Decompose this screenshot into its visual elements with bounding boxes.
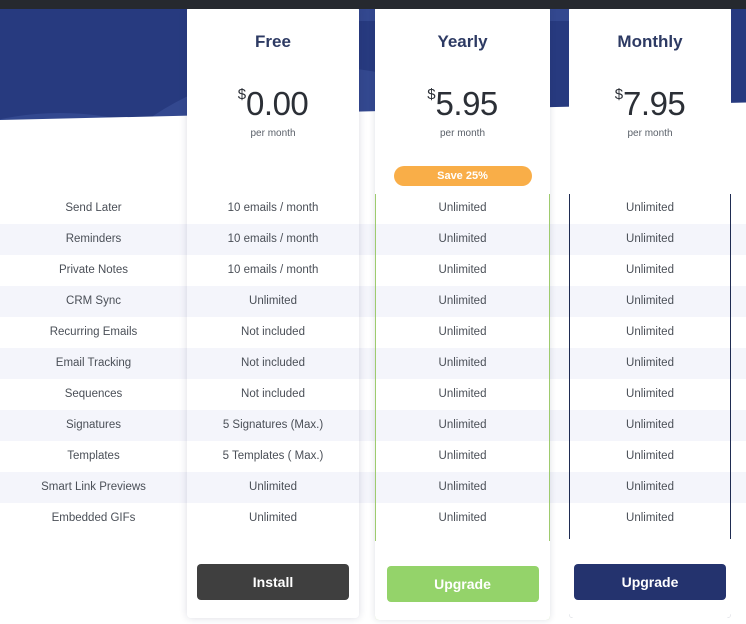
plan-price-yearly: $5.95: [375, 85, 550, 123]
upgrade-button-monthly[interactable]: Upgrade: [574, 564, 726, 600]
feature-label: Templates: [67, 450, 120, 462]
pricing-page: Send Later 10 emails / month Unlimited Unli…: [0, 0, 746, 624]
plan-price-free: $0.00: [187, 85, 359, 123]
plan-card-free[interactable]: Free $0.00 per month Install: [187, 6, 359, 618]
plan-name-free: Free: [255, 32, 291, 51]
price-amount: 0.00: [246, 85, 309, 122]
save-badge: Save 25%: [393, 166, 532, 186]
plan-name-yearly: Yearly: [437, 32, 488, 51]
feature-label: Signatures: [66, 419, 121, 431]
feature-label: Recurring Emails: [49, 326, 138, 338]
plan-card-monthly[interactable]: Monthly $7.95 per month Upgrade: [569, 6, 731, 618]
feature-label: Email Tracking: [55, 357, 132, 369]
plan-name-monthly: Monthly: [617, 32, 683, 51]
plan-period-yearly: per month: [439, 128, 486, 139]
plan-period-monthly: per month: [627, 128, 673, 139]
feature-label: Embedded GIFs: [51, 512, 136, 524]
price-amount: 7.95: [623, 85, 686, 122]
feature-label: Private Notes: [58, 264, 129, 276]
feature-label: Reminders: [65, 233, 122, 245]
currency-symbol: $: [237, 86, 247, 103]
price-amount: 5.95: [435, 85, 499, 122]
browser-top-strip: [0, 0, 746, 9]
feature-label: CRM Sync: [66, 295, 121, 307]
feature-label: Smart Link Previews: [41, 481, 146, 493]
currency-symbol: $: [614, 86, 624, 103]
plan-card-yearly[interactable]: Yearly $5.95 per month Save 25% Upgrade: [375, 6, 550, 620]
feature-label: Send Later: [65, 202, 122, 214]
plan-period-free: per month: [250, 128, 296, 139]
currency-symbol: $: [427, 86, 436, 103]
install-button[interactable]: Install: [197, 564, 349, 600]
upgrade-button-yearly[interactable]: Upgrade: [386, 566, 539, 602]
feature-label: Sequences: [64, 388, 123, 400]
plan-price-monthly: $7.95: [569, 85, 731, 123]
